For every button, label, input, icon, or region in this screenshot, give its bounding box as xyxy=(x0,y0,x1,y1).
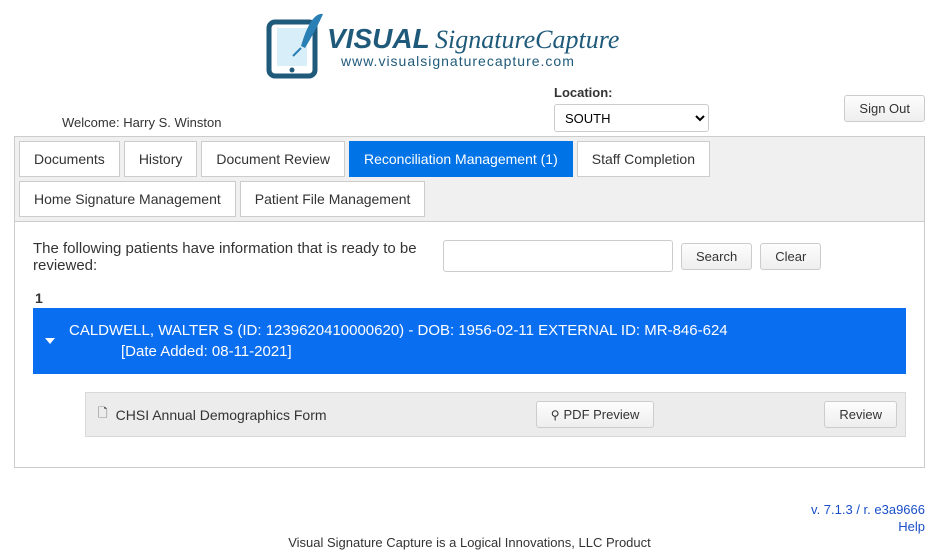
patient-info-line: CALDWELL, WALTER S (ID: 1239620410000620… xyxy=(69,320,896,341)
patient-date-line: [Date Added: 08-11-2021] xyxy=(69,341,896,362)
tab-container: Documents History Document Review Reconc… xyxy=(14,136,925,468)
svg-text:www.visualsignaturecapture.com: www.visualsignaturecapture.com xyxy=(340,53,575,69)
svg-text:VISUAL: VISUAL xyxy=(327,23,430,54)
review-button[interactable]: Review xyxy=(824,401,897,428)
tab-row: Documents History Document Review Reconc… xyxy=(15,137,924,217)
tab-patient-file-management[interactable]: Patient File Management xyxy=(240,181,426,217)
tab-history[interactable]: History xyxy=(124,141,198,177)
tab-staff-completion[interactable]: Staff Completion xyxy=(577,141,710,177)
pdf-preview-label: PDF Preview xyxy=(564,407,640,422)
search-button[interactable]: Search xyxy=(681,243,752,270)
tab-reconciliation-management[interactable]: Reconciliation Management (1) xyxy=(349,141,573,177)
help-link[interactable]: Help xyxy=(898,519,925,534)
review-header: The following patients have information … xyxy=(33,240,906,274)
app-logo: VISUAL SignatureCapture www.visualsignat… xyxy=(265,10,675,80)
location-select[interactable]: SOUTH xyxy=(554,104,709,132)
tab-documents[interactable]: Documents xyxy=(19,141,120,177)
pdf-preview-button[interactable]: ⚲ PDF Preview xyxy=(536,401,655,428)
signout-button[interactable]: Sign Out xyxy=(844,95,925,122)
svg-text:SignatureCapture: SignatureCapture xyxy=(435,25,619,54)
version-text: v. 7.1.3 / r. e3a9666 xyxy=(811,502,925,519)
document-name: CHSI Annual Demographics Form xyxy=(116,407,536,423)
header-row: Welcome: Harry S. Winston Location: SOUT… xyxy=(0,85,939,136)
file-icon: 🗋 xyxy=(98,404,108,425)
caret-down-icon xyxy=(45,338,55,344)
review-intro-text: The following patients have information … xyxy=(33,240,433,274)
welcome-label: Welcome: xyxy=(62,115,120,130)
search-group: Search Clear xyxy=(443,240,821,272)
page-number[interactable]: 1 xyxy=(33,290,906,306)
magnify-icon: ⚲ xyxy=(551,408,560,422)
document-row: 🗋 CHSI Annual Demographics Form ⚲ PDF Pre… xyxy=(85,392,906,437)
search-input[interactable] xyxy=(443,240,673,272)
patient-accordion-header[interactable]: CALDWELL, WALTER S (ID: 1239620410000620… xyxy=(33,308,906,374)
footer-text: Visual Signature Capture is a Logical In… xyxy=(0,535,939,550)
location-block: Location: SOUTH xyxy=(554,85,774,132)
logo-area: VISUAL SignatureCapture www.visualsignat… xyxy=(0,0,939,85)
tab-home-signature-management[interactable]: Home Signature Management xyxy=(19,181,236,217)
version-help: v. 7.1.3 / r. e3a9666 Help xyxy=(811,502,925,536)
location-label: Location: xyxy=(554,85,774,100)
welcome-user: Harry S. Winston xyxy=(123,115,221,130)
signout-block: Sign Out xyxy=(844,95,925,132)
tab-content: The following patients have information … xyxy=(15,221,924,467)
welcome-text: Welcome: Harry S. Winston xyxy=(14,115,554,132)
tab-document-review[interactable]: Document Review xyxy=(201,141,345,177)
clear-button[interactable]: Clear xyxy=(760,243,821,270)
